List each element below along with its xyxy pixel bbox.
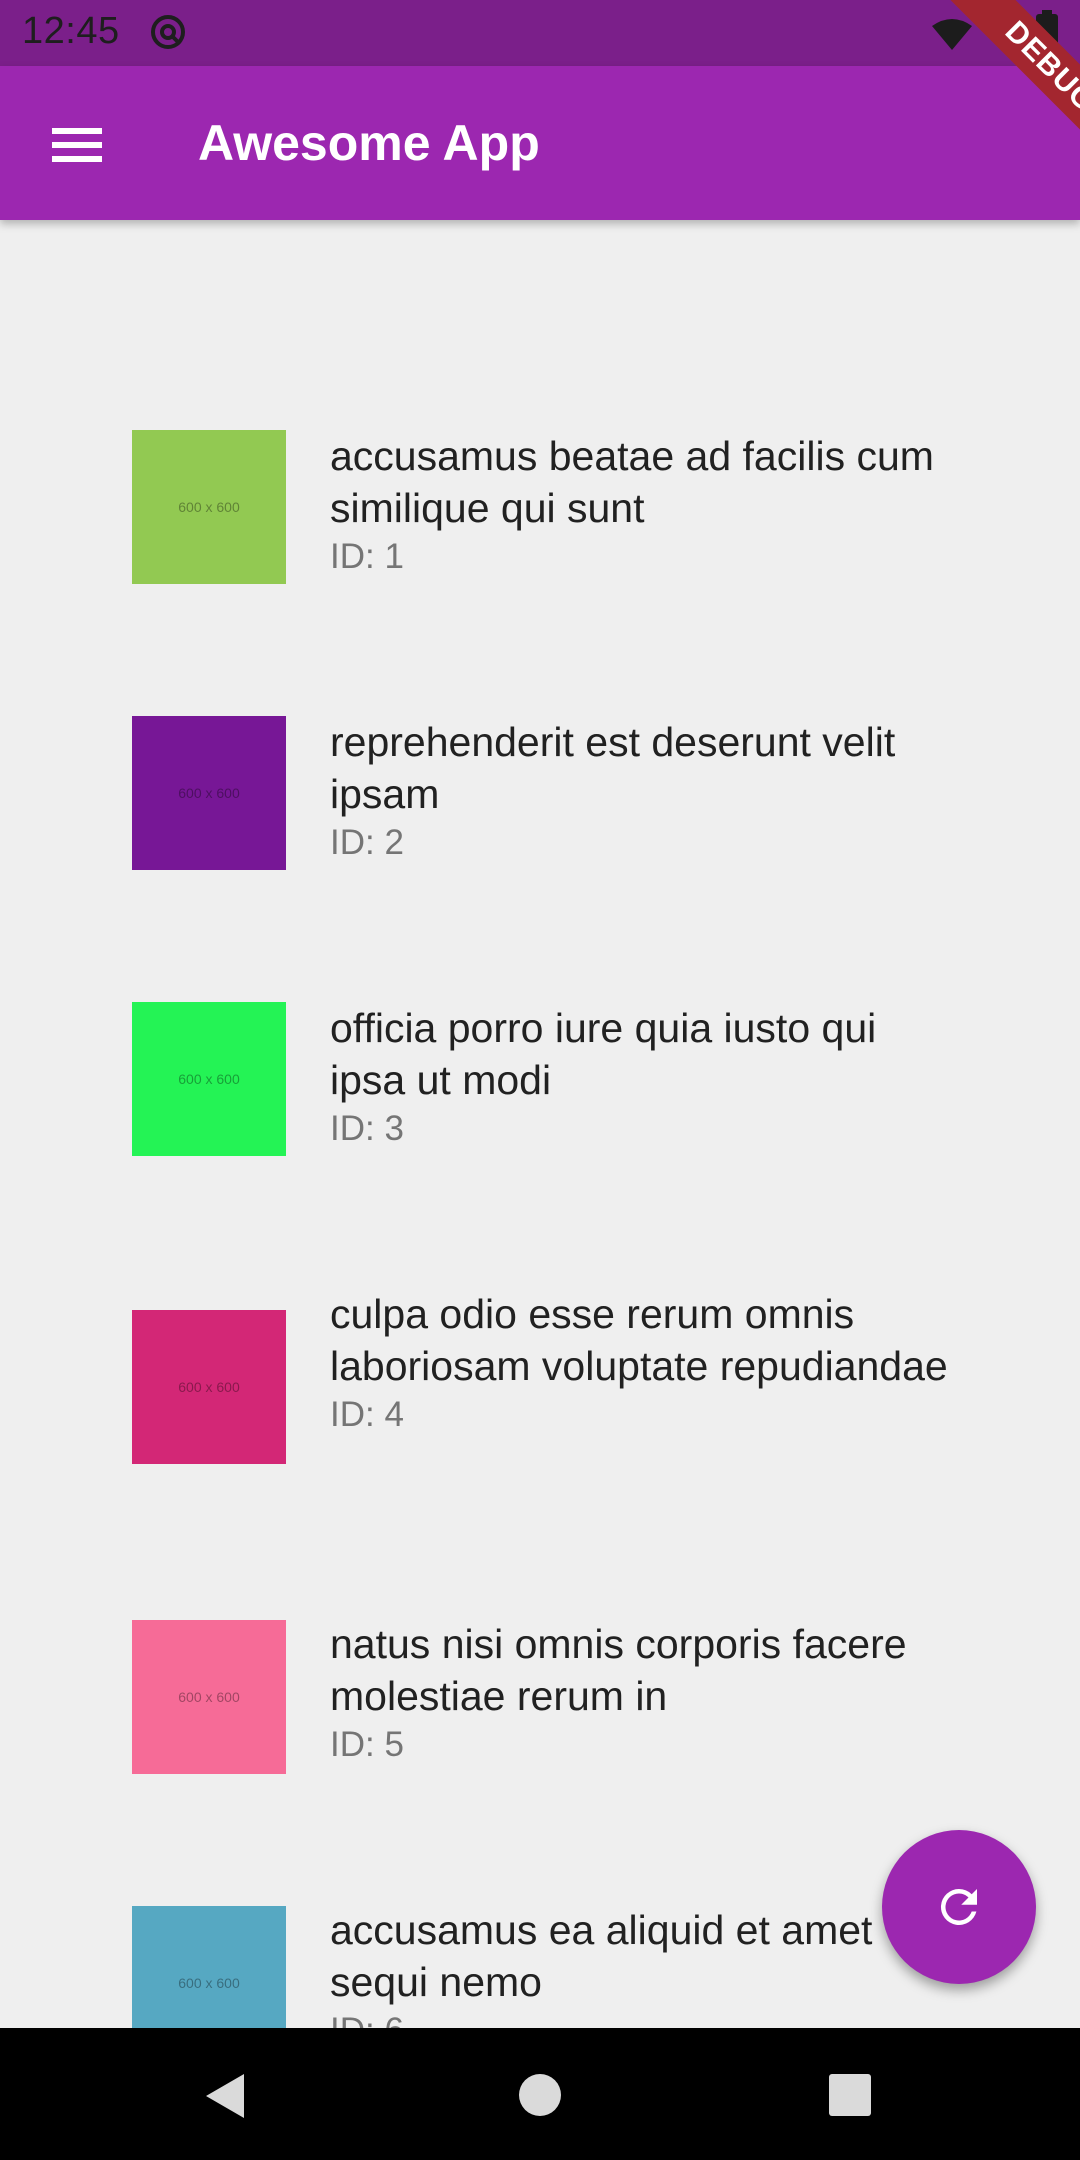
app-bar: Awesome App [0, 66, 1080, 220]
thumbnail-image: 600 x 600 [132, 1310, 286, 1464]
item-id: ID: 4 [330, 1395, 404, 1434]
item-title: culpa odio esse rerum omnis laboriosam v… [330, 1291, 948, 1389]
back-triangle-icon[interactable] [204, 2072, 248, 2120]
item-title: officia porro iure quia iusto qui ipsa u… [330, 1005, 877, 1103]
item-id: ID: 3 [330, 1109, 404, 1148]
refresh-icon [940, 1889, 977, 1925]
status-bar: 12:45 [0, 0, 1080, 66]
item-title: accusamus beatae ad facilis cum similiqu… [330, 433, 934, 531]
wifi-icon [932, 19, 972, 50]
thumbnail-label: 600 x 600 [178, 785, 240, 801]
thumbnail-label: 600 x 600 [178, 1689, 240, 1705]
home-circle-icon[interactable] [519, 2074, 561, 2116]
thumbnail-image: 600 x 600 [132, 1906, 286, 2028]
thumbnail-image: 600 x 600 [132, 1002, 286, 1156]
recents-square-icon[interactable] [829, 2074, 871, 2116]
thumbnail-image: 600 x 600 [132, 716, 286, 870]
notification-app-icon [151, 15, 185, 49]
hamburger-menu-icon[interactable] [36, 104, 116, 184]
thumbnail-label: 600 x 600 [178, 1975, 240, 1991]
thumbnail-label: 600 x 600 [178, 1071, 240, 1087]
thumbnail-image: 600 x 600 [132, 430, 286, 584]
refresh-button[interactable] [882, 1830, 1036, 1984]
item-id: ID: 1 [330, 537, 404, 576]
item-title: reprehenderit est deserunt velit ipsam [330, 719, 896, 817]
battery-icon [1036, 10, 1058, 52]
app-title: Awesome App [198, 115, 540, 171]
item-id: ID: 2 [330, 823, 404, 862]
system-nav-bar [0, 2028, 1080, 2160]
thumbnail-label: 600 x 600 [178, 499, 240, 515]
item-id: ID: 6 [330, 2008, 950, 2028]
thumbnail-label: 600 x 600 [178, 1379, 240, 1395]
thumbnail-image: 600 x 600 [132, 1620, 286, 1774]
photo-list[interactable]: 600 x 600 accusamus beatae ad facilis cu… [0, 220, 1080, 2028]
item-id: ID: 5 [330, 1725, 404, 1764]
status-time: 12:45 [22, 10, 120, 52]
item-title: natus nisi omnis corporis facere molesti… [330, 1621, 907, 1719]
item-title: accusamus ea aliquid et amet sequi nemo [330, 1907, 873, 2005]
